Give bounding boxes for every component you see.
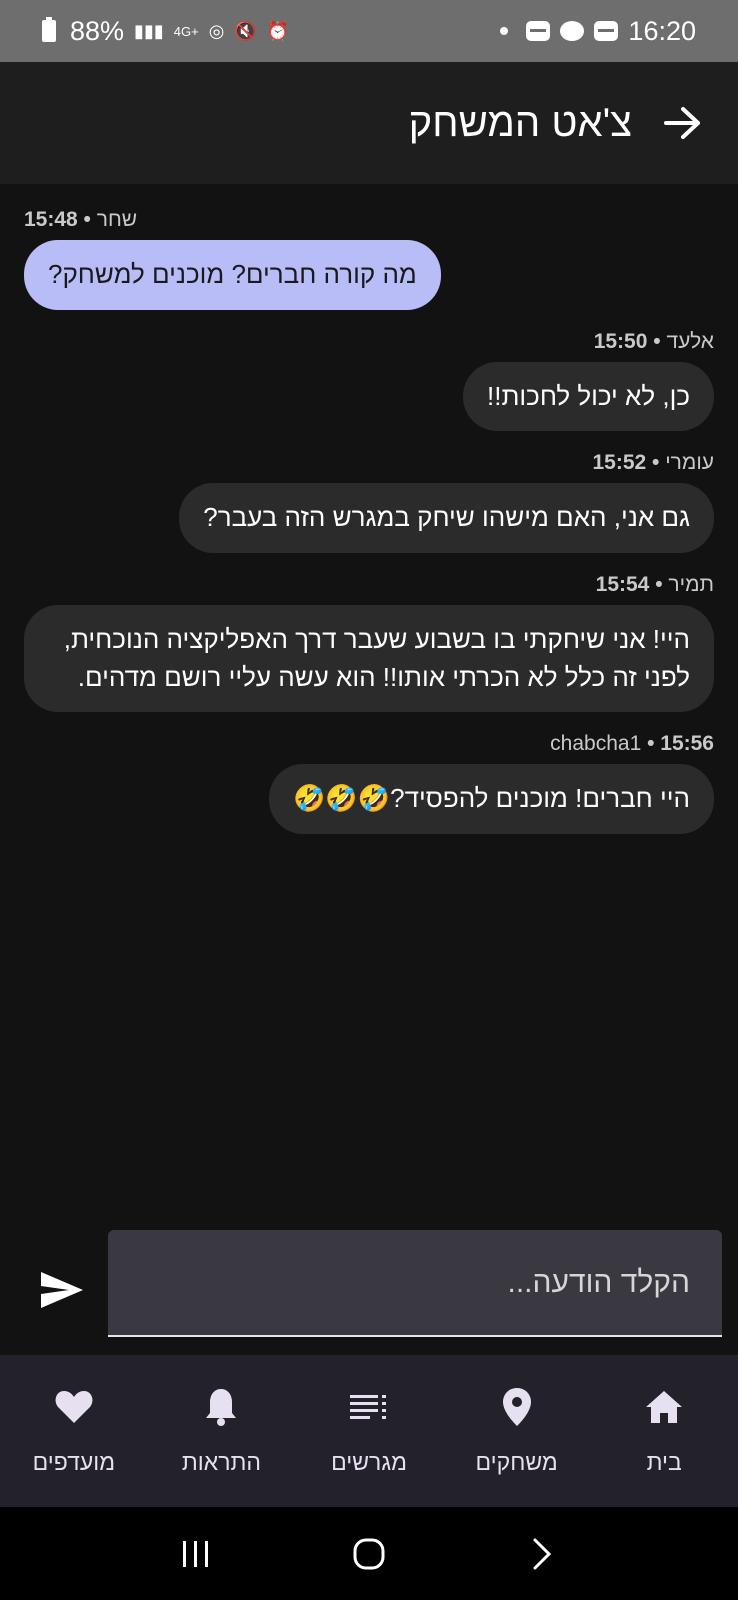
app-bar: צ'אט המשחק — [0, 62, 738, 184]
message-sender: תמיר — [668, 573, 714, 597]
message-meta: שחר • 15:48 — [24, 208, 137, 232]
meta-separator: • — [649, 573, 669, 597]
nav-item-notifications[interactable]: התראות — [148, 1355, 296, 1507]
message-bubble[interactable]: היי חברים! מוכנים להפסיד?🤣🤣🤣 — [269, 764, 714, 835]
battery-icon — [42, 17, 56, 42]
nav-label-courts: מגרשים — [331, 1448, 407, 1475]
meta-separator: • — [77, 208, 97, 231]
status-left: 88% ▮▮▮ 4G+ ◎ 🔇 ⏰ — [42, 16, 289, 47]
hotspot-icon: ◎ — [208, 21, 225, 41]
message-bubble[interactable]: מה קורה חברים? מוכנים למשחק? — [24, 240, 441, 310]
meta-separator: • — [647, 329, 667, 353]
nav-label-favorites: מועדפים — [32, 1448, 116, 1475]
message-input[interactable]: הקלד הודעה... — [108, 1230, 722, 1337]
message-meta: עומרי • 15:52 — [592, 451, 714, 475]
bell-icon — [201, 1387, 241, 1427]
message-time: 15:52 — [592, 451, 647, 475]
nav-item-favorites[interactable]: מועדפים — [0, 1355, 148, 1507]
message-sender: שחר — [96, 208, 138, 231]
chat-message: chabcha1 • 15:56 היי חברים! מוכנים להפסיד… — [24, 732, 714, 835]
message-bubble[interactable]: היי! אני שיחקתי בו בשבוע שעבר דרך האפליק… — [24, 605, 714, 713]
chat-message: אלעד • 15:50 כן, לא יכול לחכות!! — [24, 330, 714, 432]
nav-label-games: משחקים — [475, 1448, 558, 1475]
nav-item-games[interactable]: משחקים — [443, 1355, 591, 1507]
chat-message: תמיר • 15:54 היי! אני שיחקתי בו בשבוע שעב… — [24, 573, 714, 713]
page-title: צ'אט המשחק — [408, 100, 632, 145]
home-icon — [644, 1387, 684, 1427]
chat-message: שחר • 15:48 מה קורה חברים? מוכנים למשחק? — [24, 208, 714, 310]
message-time: 15:50 — [593, 329, 648, 353]
nav-label-home: בית — [646, 1448, 682, 1475]
message-time: 15:48 — [24, 208, 78, 231]
clock: 16:20 — [628, 15, 696, 46]
chat-messages: שחר • 15:48 מה קורה חברים? מוכנים למשחק? א… — [0, 184, 738, 1230]
nav-item-home[interactable]: בית — [590, 1355, 738, 1507]
send-icon[interactable] — [36, 1264, 88, 1316]
chat-message: עומרי • 15:52 גם אני, האם מישהו שיחק במגר… — [24, 451, 714, 554]
notification-dot-icon — [500, 27, 509, 35]
alarm-icon: ⏰ — [266, 21, 290, 41]
home-button-icon[interactable] — [349, 1534, 389, 1574]
signal-icon: ▮▮▮ — [134, 21, 164, 41]
location-pin-icon — [497, 1387, 537, 1427]
message-icon — [526, 21, 551, 41]
nav-item-courts[interactable]: מגרשים — [295, 1355, 443, 1507]
chat-bubble-icon — [560, 21, 585, 41]
battery-percent: 88% — [70, 15, 125, 46]
list-icon — [349, 1387, 389, 1427]
meta-separator: • — [641, 732, 661, 756]
message-sender: עומרי — [665, 451, 714, 475]
message-sender: chabcha1 — [550, 732, 642, 756]
status-bar: 88% ▮▮▮ 4G+ ◎ 🔇 ⏰ 16:20 — [0, 0, 738, 62]
back-arrow-icon[interactable] — [658, 98, 708, 148]
message-meta: אלעד • 15:50 — [594, 330, 714, 354]
nav-label-notifications: התראות — [181, 1448, 261, 1475]
message-icon-2 — [594, 21, 619, 41]
message-input-placeholder: הקלד הודעה... — [507, 1265, 690, 1299]
message-bubble[interactable]: כן, לא יכול לחכות!! — [463, 361, 714, 432]
mute-icon: 🔇 — [234, 21, 257, 41]
status-right: 16:20 — [500, 16, 696, 47]
message-meta: chabcha1 • 15:56 — [550, 732, 714, 756]
message-meta: תמיר • 15:54 — [596, 573, 714, 597]
message-sender: אלעד — [666, 329, 714, 353]
message-bubble[interactable]: גם אני, האם מישהו שיחק במגרש הזה בעבר? — [179, 483, 714, 554]
recent-apps-icon[interactable] — [176, 1534, 216, 1574]
message-time: 15:54 — [595, 573, 650, 597]
meta-separator: • — [646, 451, 666, 475]
message-time: 15:56 — [660, 732, 714, 756]
system-navigation-bar — [0, 1507, 738, 1600]
heart-icon — [54, 1387, 94, 1427]
back-button-icon[interactable] — [522, 1534, 562, 1574]
network-type: 4G+ — [173, 23, 199, 39]
bottom-navigation: בית משחקים מגרשים התראות מועדפים — [0, 1355, 738, 1507]
message-input-row: הקלד הודעה... — [0, 1230, 738, 1355]
